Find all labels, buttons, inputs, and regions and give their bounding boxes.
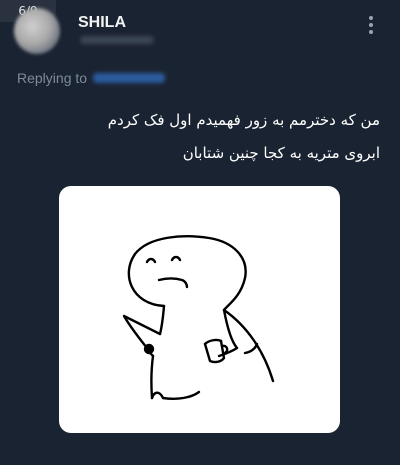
author-name[interactable]: SHILA (78, 14, 126, 32)
tweet-text: من که دخترمم به زور فهمیدم اول فک کردم ا… (20, 104, 380, 170)
replying-to-label: Replying to (17, 70, 88, 86)
avatar[interactable] (14, 8, 60, 54)
author-handle-blurred (80, 36, 154, 44)
reply-handle-blurred[interactable] (93, 73, 166, 83)
replying-to: Replying to (17, 70, 166, 86)
tweet-line: من که دخترمم به زور فهمیدم اول فک کردم (107, 111, 380, 129)
blob-character-drawing (122, 235, 275, 400)
more-vertical-icon[interactable] (364, 14, 378, 36)
tweet-image[interactable] (59, 186, 340, 433)
tweet-line: ابروی متریه به کجا چنین شتابان (182, 144, 380, 162)
